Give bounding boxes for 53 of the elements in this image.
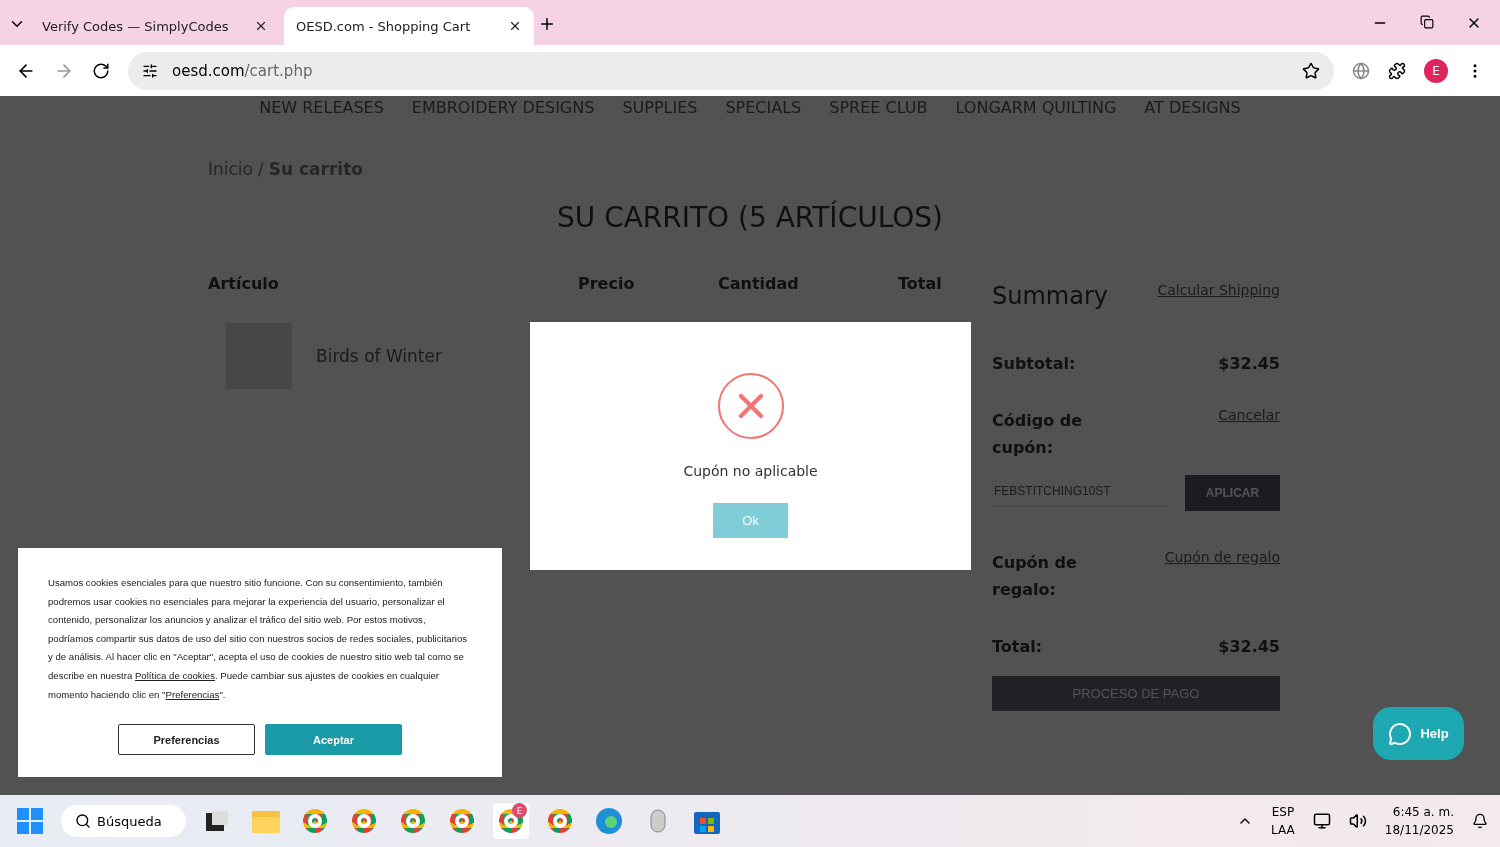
total-value: $32.45 [1218, 636, 1280, 658]
cookie-button[interactable]: Preferencias [118, 724, 255, 756]
browser-tab[interactable]: Verify Codes — SimplyCodes [30, 7, 280, 45]
new-tab-icon[interactable] [538, 15, 556, 33]
help-button[interactable]: Help [1373, 707, 1464, 760]
task-view-icon[interactable] [206, 811, 228, 831]
language-indicator[interactable]: ESP LAA [1271, 803, 1295, 839]
column-header: Precio [578, 274, 636, 293]
search-icon [75, 813, 91, 829]
coupon-label: Código de cupón: [992, 410, 1083, 459]
profile-badge: E [512, 803, 527, 818]
summary-title: Summary [992, 282, 1108, 310]
windows-logo-icon[interactable] [17, 808, 43, 834]
reload-icon[interactable] [92, 61, 110, 80]
breadcrumb-separator: / [258, 159, 264, 179]
cookie-text: Usamos cookies esenciales para que nuestro sitio funcione. Con su consentimiento, también podremos usar cookies no esenciales para mejorar la experiencia del usuario, personalizar el contenido, personalizar los anuncios y analizar el tráfico del sitio web. Por estos motivos, podríamos compartir sus datos de uso del sitio con nuestros socios de redes sociales, publicitarios y de análisis. Al hacer clic en "Aceptar", acepta el uso de cookies de nuestro sitio web tal como se describe en nuestra Política de cookies. Puede cambiar sus ajustes de cookies en cualquier momento haciendo clic en "Preferencias". [48, 576, 469, 702]
browser-icon[interactable] [596, 808, 622, 834]
preferences-link[interactable]: Preferencias [165, 688, 220, 700]
browser-icon[interactable] [450, 809, 474, 833]
clock[interactable]: 6:45 a. m. 18/11/2025 [1384, 803, 1454, 839]
browser-icon[interactable] [352, 809, 376, 833]
globe-icon[interactable] [1352, 61, 1370, 80]
ok-button[interactable]: Ok [713, 503, 788, 538]
subtotal-value: $32.45 [1218, 353, 1280, 375]
volume-icon[interactable] [1348, 812, 1367, 830]
notifications-icon[interactable] [1472, 813, 1488, 829]
browser-icon[interactable] [303, 809, 327, 833]
restore-icon[interactable] [1420, 15, 1434, 29]
cookie-button[interactable]: Aceptar [265, 724, 402, 756]
gift-label: Cupón de regalo: [992, 552, 1078, 601]
bookmark-icon[interactable] [1302, 61, 1320, 80]
taskbar-search[interactable]: Búsqueda [61, 805, 186, 837]
close-icon[interactable] [508, 19, 522, 33]
column-header: Cantidad [718, 274, 800, 293]
browser-icon[interactable] [499, 809, 523, 833]
alert-message: Cupón no aplicable [683, 463, 818, 479]
total-label: Total: [992, 636, 1043, 658]
site-settings-icon[interactable] [142, 62, 158, 79]
profile-avatar[interactable]: E [1424, 58, 1448, 83]
close-icon[interactable] [254, 19, 268, 33]
browser-tab[interactable]: OESD.com - Shopping Cart [284, 7, 534, 45]
column-header: Total [898, 274, 942, 293]
cookie-policy-link[interactable]: Política de cookies [134, 669, 215, 681]
browser-icon[interactable] [548, 809, 572, 833]
url-text: oesd.com/cart.php [172, 61, 314, 80]
error-icon [717, 373, 784, 439]
address-bar[interactable]: oesd.com/cart.php [128, 51, 1334, 90]
column-header: Artículo [208, 274, 280, 293]
page-title: SU CARRITO (5 ARTÍCULOS) [555, 201, 944, 234]
extensions-icon[interactable] [1388, 61, 1406, 80]
browser-icon[interactable] [401, 809, 425, 833]
chat-icon [1388, 721, 1413, 746]
subtotal-label: Subtotal: [992, 353, 1076, 375]
